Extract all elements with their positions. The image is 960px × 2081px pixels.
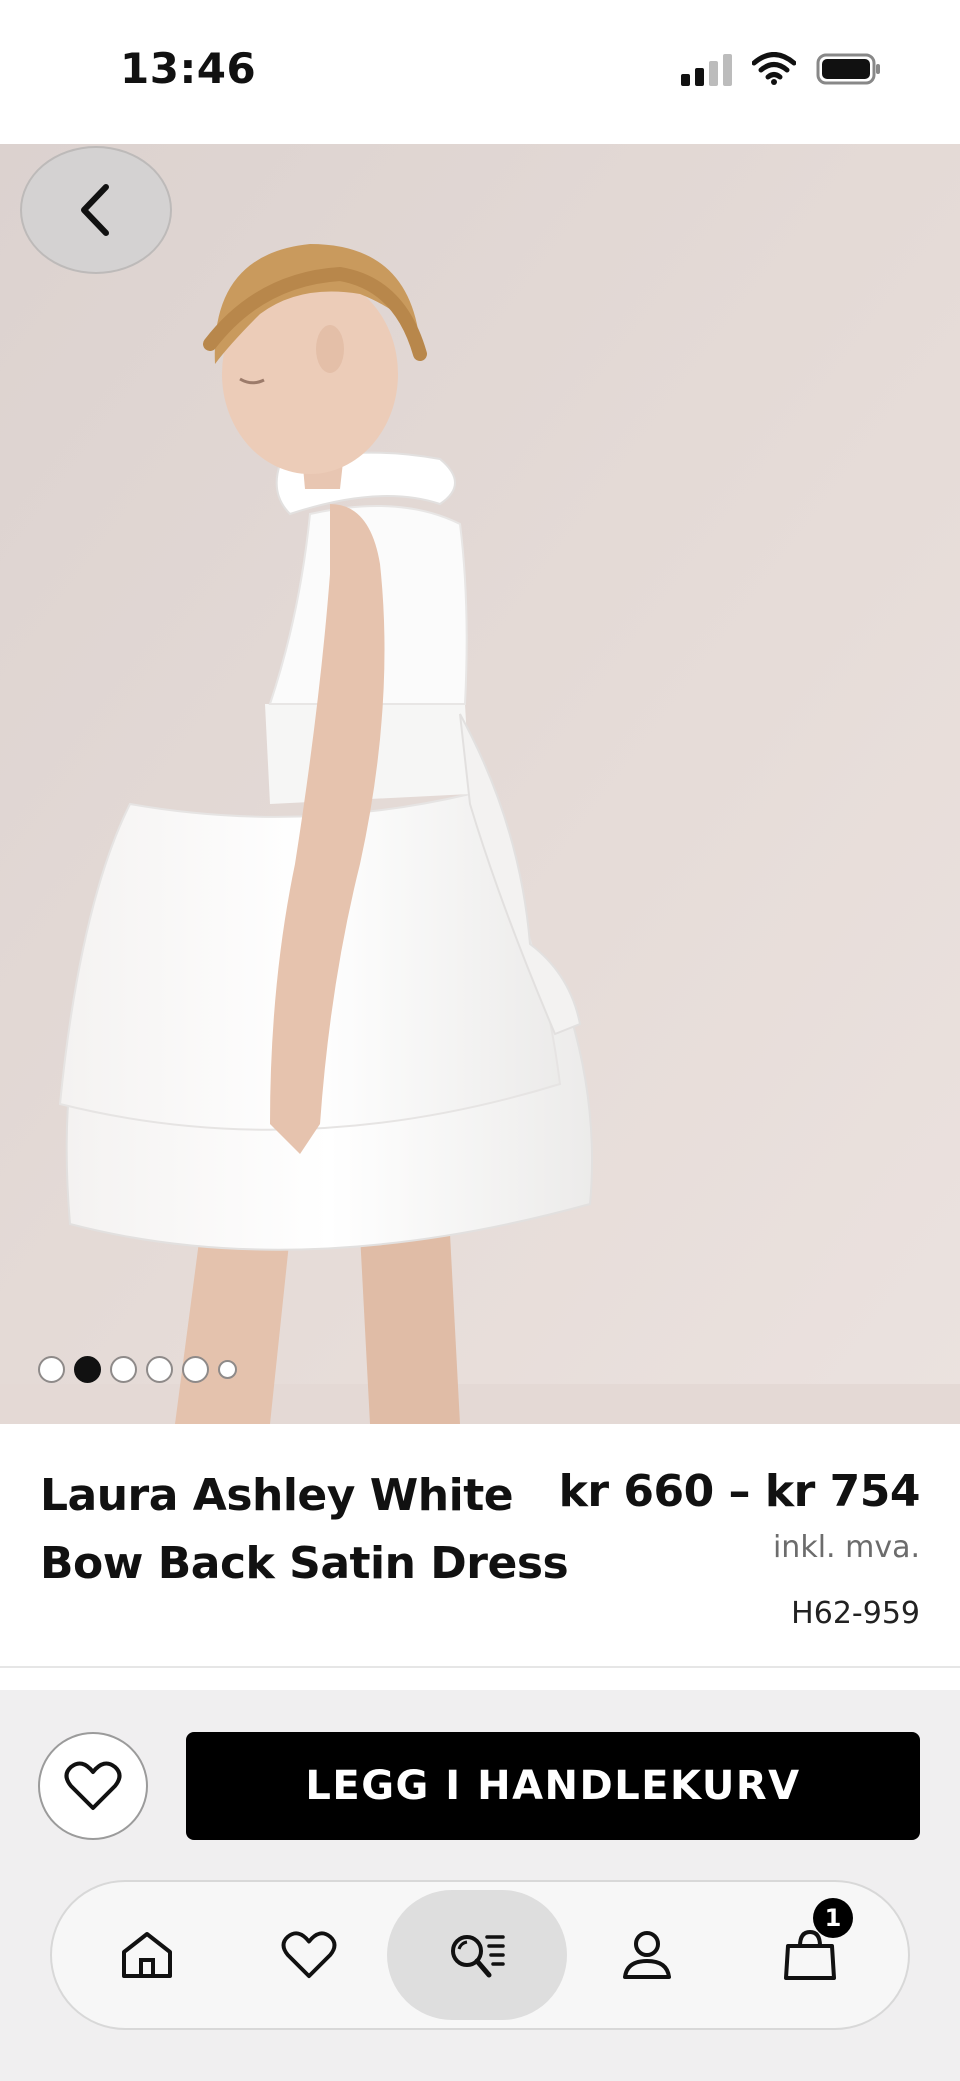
heart-icon <box>64 1761 122 1810</box>
image-carousel-dots <box>38 1356 237 1383</box>
product-image[interactable] <box>0 144 960 1424</box>
nav-wishlist[interactable] <box>234 1882 384 2028</box>
cart-count-badge: 1 <box>813 1898 853 1938</box>
nav-cart[interactable]: 1 <box>735 1882 885 2028</box>
battery-icon <box>816 53 880 85</box>
purchase-actions: LEGG I HANDLEKURV 1 <box>0 1690 960 2081</box>
status-bar: 13:46 <box>0 0 960 144</box>
cellular-signal-icon <box>681 52 732 86</box>
product-title: Laura Ashley White Bow Back Satin Dress <box>40 1470 569 1589</box>
home-icon <box>122 1932 172 1978</box>
nav-search[interactable] <box>387 1882 567 2028</box>
status-icons <box>681 52 882 86</box>
carousel-dot-active[interactable] <box>74 1356 101 1383</box>
carousel-dot[interactable] <box>38 1356 65 1383</box>
price-vat-note: inkl. mva. <box>772 1530 920 1565</box>
product-sku: H62-959 <box>791 1596 920 1631</box>
add-to-cart-button[interactable]: LEGG I HANDLEKURV <box>186 1732 920 1840</box>
product-info: Laura Ashley White Bow Back Satin Dress … <box>0 1424 960 1668</box>
chevron-left-icon <box>81 184 109 236</box>
nav-account[interactable] <box>572 1882 722 2028</box>
carousel-dot[interactable] <box>218 1360 237 1379</box>
back-button[interactable] <box>20 146 172 274</box>
carousel-dot[interactable] <box>182 1356 209 1383</box>
status-time: 13:46 <box>120 44 257 93</box>
bottom-navigation: 1 <box>50 1880 910 2030</box>
heart-icon <box>281 1931 337 1979</box>
wishlist-button[interactable] <box>38 1732 148 1840</box>
account-icon <box>623 1931 671 1979</box>
product-price: kr 660 – kr 754 <box>558 1466 921 1517</box>
nav-home[interactable] <box>72 1882 222 2028</box>
carousel-dot[interactable] <box>146 1356 173 1383</box>
wifi-icon <box>752 52 796 85</box>
search-list-icon <box>451 1935 505 1978</box>
carousel-dot[interactable] <box>110 1356 137 1383</box>
